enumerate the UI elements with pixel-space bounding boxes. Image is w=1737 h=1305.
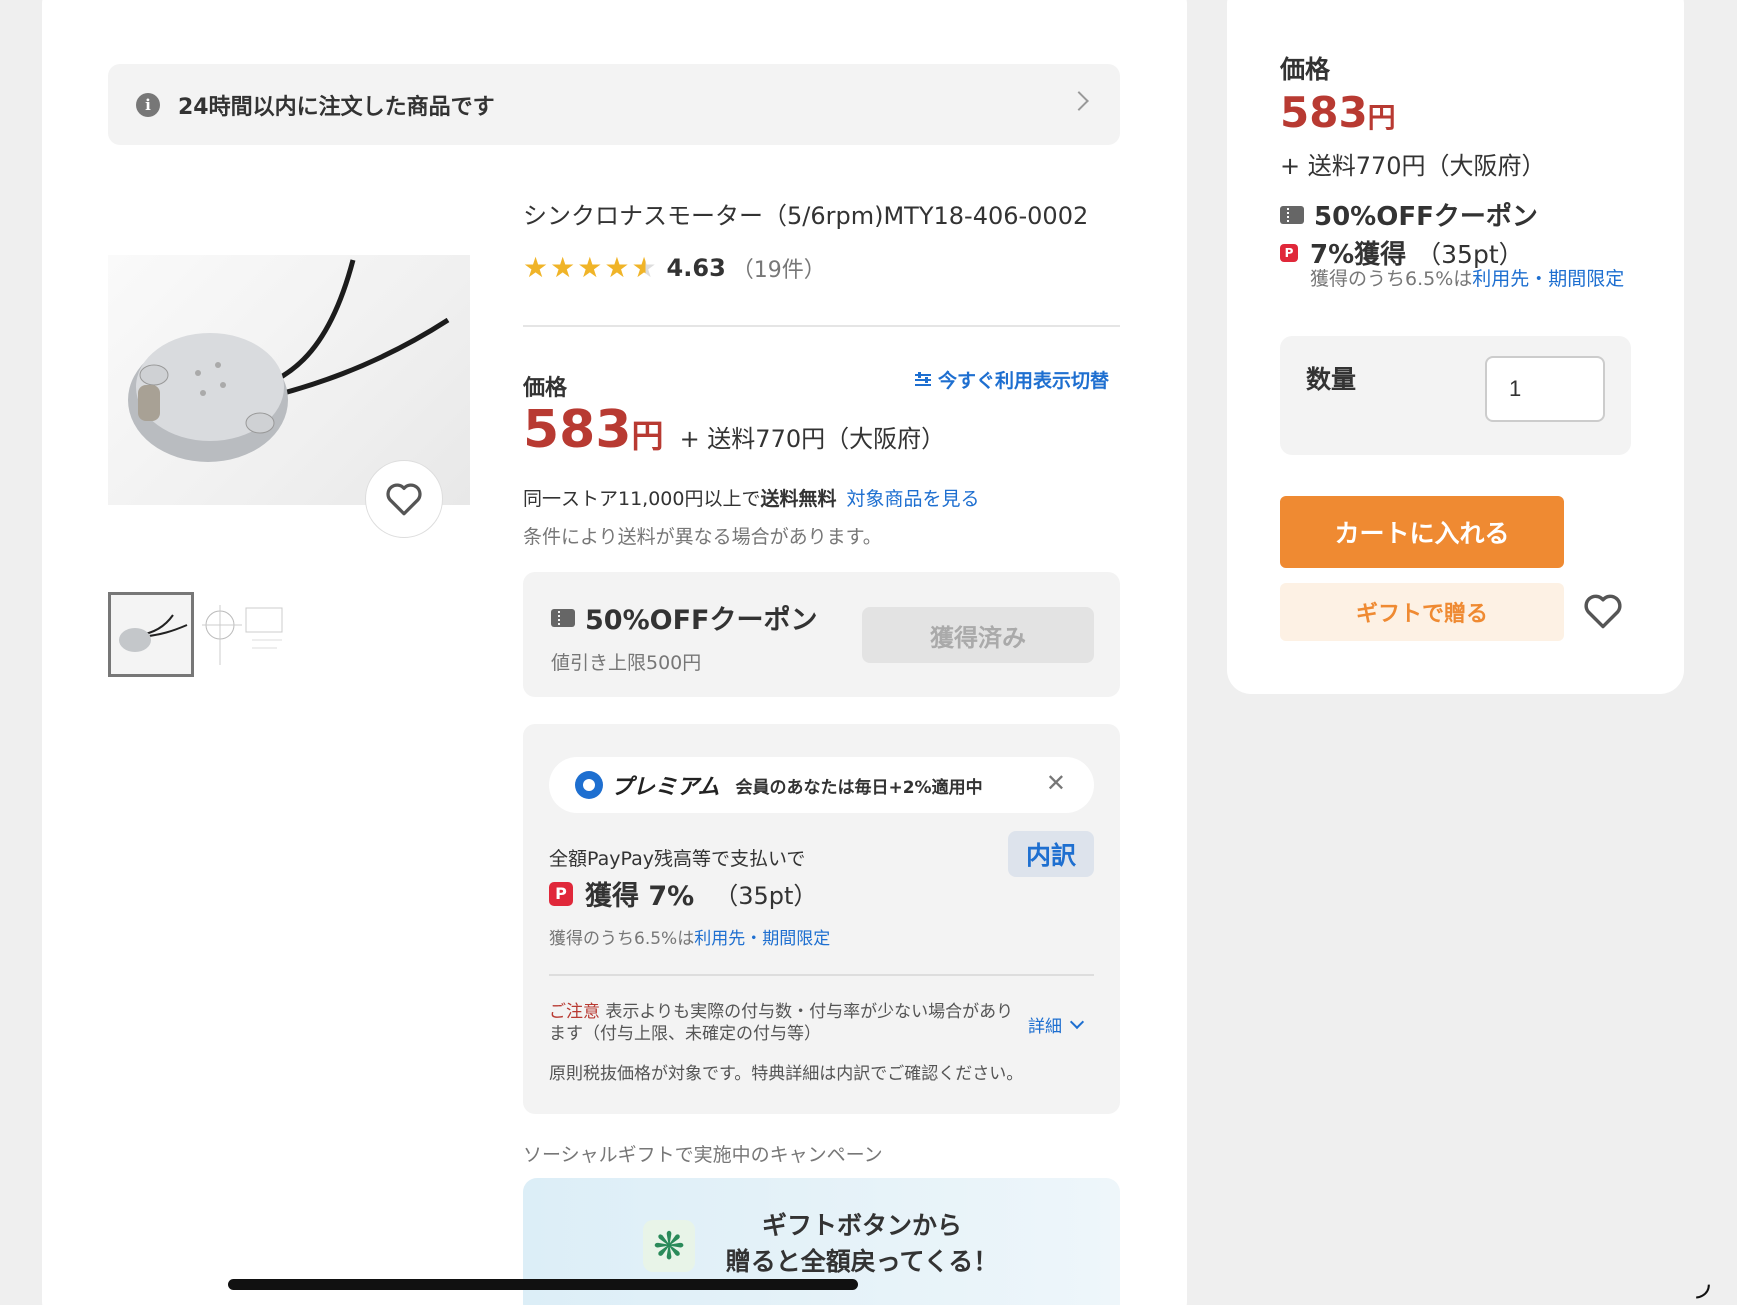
gift-banner-text: ギフトボタンから 贈ると全額戻ってくる！ <box>707 1208 1017 1281</box>
paypay-earn: P 獲得 7% （35pt） <box>549 874 817 913</box>
chevron-right-icon <box>1069 91 1089 111</box>
side-price: 583 円 <box>1280 88 1396 137</box>
side-price-label: 価格 <box>1280 55 1331 84</box>
gift-icon: ❋ <box>643 1220 695 1272</box>
display-toggle-link[interactable]: 今すぐ利用表示切替 <box>914 366 1109 393</box>
earn-rate: 獲得 7% <box>585 881 695 912</box>
star-icon: ★ <box>604 251 630 284</box>
premium-desc: 会員のあなたは毎日+2%適用中 <box>735 777 983 798</box>
earn-points: （35pt） <box>714 882 818 910</box>
quantity-label: 数量 <box>1306 365 1357 394</box>
side-shipping-fee: + 送料770円（大阪府） <box>1280 152 1546 180</box>
notice-text: 24時間以内に注文した商品です <box>178 94 495 120</box>
premium-logo-icon <box>575 771 603 799</box>
premium-label: プレミアム <box>611 775 720 800</box>
coupon-title: 50%OFFクーポン <box>551 598 817 637</box>
send-gift-button[interactable]: ギフトで贈る <box>1280 583 1564 641</box>
limit-link[interactable]: 利用先・期間限定 <box>694 929 830 949</box>
recent-order-notice[interactable]: i 24時間以内に注文した商品です <box>108 64 1120 145</box>
home-indicator[interactable] <box>228 1279 858 1290</box>
close-icon[interactable]: ✕ <box>1046 769 1066 797</box>
corner-gesture-icon: ◞ <box>1696 1262 1710 1303</box>
rating-value: 4.63 <box>666 254 726 282</box>
paypay-icon: P <box>549 881 573 906</box>
rating-count: （19件） <box>731 258 826 283</box>
favorite-button[interactable] <box>365 460 443 538</box>
gift-banner-line2: 贈ると全額戻ってくる！ <box>725 1247 999 1277</box>
side-coupon: 50%OFFクーポン <box>1280 196 1538 233</box>
product-title: シンクロナスモーター（5/6rpm)MTY18-406-0002 <box>523 202 1089 230</box>
tax-note: 原則税抜価格が対象です。特典詳細は内訳でご確認ください。 <box>549 1064 1024 1084</box>
heart-icon <box>1584 594 1622 629</box>
side-favorite-button[interactable] <box>1582 592 1624 634</box>
divider <box>523 325 1120 327</box>
paypay-condition: 全額PayPay残高等で支払いで <box>549 848 806 870</box>
coupon-icon <box>1280 205 1304 224</box>
star-half-icon: ★ <box>631 251 657 284</box>
paypay-points-box: プレミアム 会員のあなたは毎日+2%適用中 ✕ 全額PayPay残高等で支払いで… <box>523 724 1120 1114</box>
limit-prefix: 獲得のうち6.5%は <box>549 929 695 949</box>
star-icon: ★ <box>550 251 576 284</box>
coupon-limit: 値引き上限500円 <box>551 652 702 674</box>
divider <box>549 974 1094 976</box>
side-coupon-text: 50%OFFクーポン <box>1314 202 1538 232</box>
free-shipping-info: 同一ストア11,000円以上で送料無料 対象商品を見る <box>523 484 980 511</box>
premium-banner: プレミアム 会員のあなたは毎日+2%適用中 ✕ <box>549 757 1094 813</box>
product-thumbnail-2[interactable] <box>202 600 286 670</box>
price-value: 583 <box>523 400 632 460</box>
coupon-obtained-button[interactable]: 獲得済み <box>862 607 1094 663</box>
paypay-limit-note: 獲得のうち6.5%は利用先・期間限定 <box>549 924 830 949</box>
social-gift-label: ソーシャルギフトで実施中のキャンペーン <box>523 1144 883 1166</box>
star-icon: ★ <box>523 251 549 284</box>
coupon-title-text: 50%OFFクーポン <box>585 605 818 636</box>
detail-toggle[interactable]: 詳細 <box>1028 1012 1085 1037</box>
side-paypay-earn: P 7%獲得 （35pt） <box>1280 234 1524 271</box>
side-earn-points: （35pt） <box>1416 239 1524 269</box>
toggle-label: 今すぐ利用表示切替 <box>938 370 1110 392</box>
quantity-box: 数量 <box>1280 336 1631 455</box>
sliders-icon <box>915 371 931 386</box>
breakdown-button[interactable]: 内訳 <box>1008 831 1094 877</box>
shipping-note: 条件により送料が異なる場合があります。 <box>523 526 882 548</box>
star-icon: ★ <box>577 251 603 284</box>
rating-stars: ★ ★ ★ ★ ★ <box>523 254 657 282</box>
product-thumbnail-1[interactable] <box>108 592 194 677</box>
side-earn-rate: 7%獲得 <box>1310 240 1407 270</box>
free-ship-prefix: 同一ストア11,000円以上で <box>523 488 761 510</box>
price-currency: 円 <box>631 417 664 455</box>
side-limit-prefix: 獲得のうち6.5%は <box>1310 268 1473 290</box>
product-rating[interactable]: ★ ★ ★ ★ ★ 4.63 （19件） <box>523 252 826 284</box>
heart-icon <box>386 483 422 516</box>
detail-label: 詳細 <box>1028 1017 1062 1037</box>
caution-text: 表示よりも実際の付与数・付与率が少ない場合があります（付与上限、未確定の付与等） <box>549 1002 1014 1045</box>
add-to-cart-button[interactable]: カートに入れる <box>1280 496 1564 568</box>
coupon-box: 50%OFFクーポン 値引き上限500円 獲得済み <box>523 572 1120 697</box>
eligible-items-link[interactable]: 対象商品を見る <box>847 488 980 510</box>
chevron-down-icon <box>1069 1014 1085 1029</box>
side-price-value: 583 <box>1280 88 1368 137</box>
quantity-input[interactable] <box>1485 356 1605 422</box>
caution-label: ご注意 <box>549 1002 600 1022</box>
info-icon: i <box>136 92 160 117</box>
price-row: 583 円 + 送料770円（大阪府） <box>523 400 945 460</box>
side-limit-note: 獲得のうち6.5%は利用先・期間限定 <box>1310 268 1630 292</box>
side-price-currency: 円 <box>1367 101 1396 134</box>
price-label: 価格 <box>523 376 568 401</box>
caution-note: ご注意 表示よりも実際の付与数・付与率が少ない場合があります（付与上限、未確定の… <box>549 1001 1019 1045</box>
shipping-fee: + 送料770円（大阪府） <box>679 425 946 453</box>
paypay-icon: P <box>1280 243 1298 262</box>
side-limit-link[interactable]: 利用先・期間限定 <box>1472 268 1624 290</box>
gift-banner-line1: ギフトボタンから <box>761 1211 962 1240</box>
free-ship-bold: 送料無料 <box>760 488 837 510</box>
coupon-icon <box>551 608 575 627</box>
